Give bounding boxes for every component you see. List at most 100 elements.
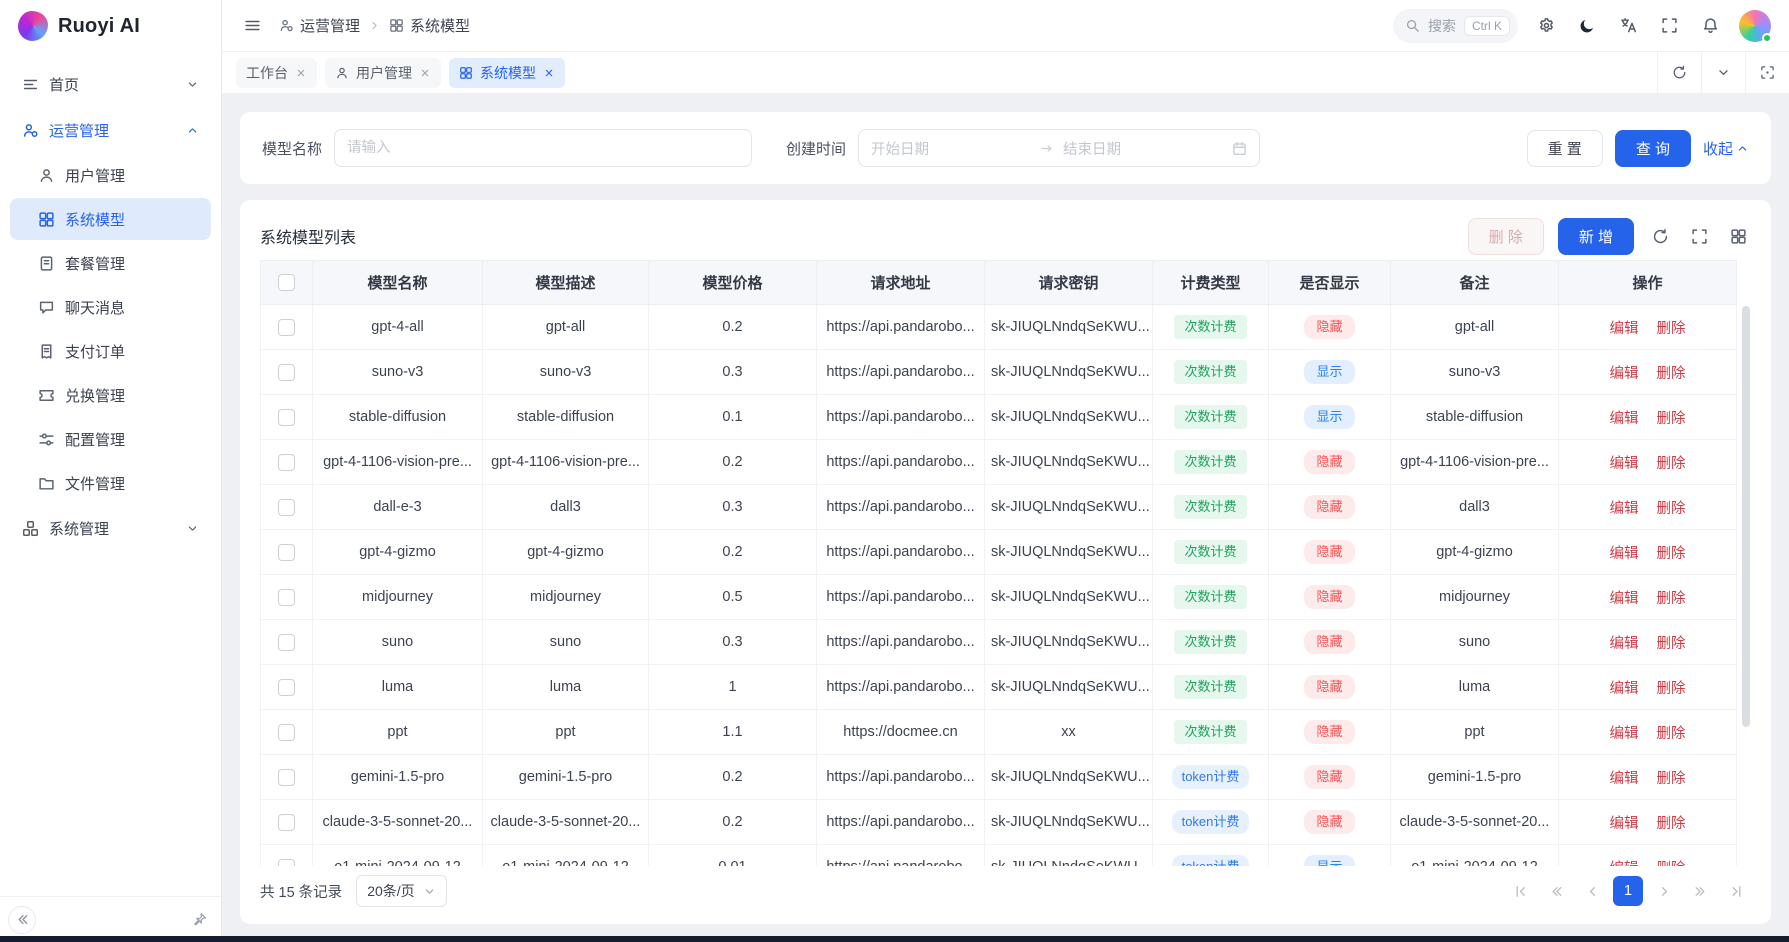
row-checkbox[interactable] bbox=[278, 319, 295, 336]
delete-link[interactable]: 删除 bbox=[1657, 456, 1686, 472]
sidebar-subitem-system-model[interactable]: 系统模型 bbox=[10, 198, 211, 240]
row-checkbox[interactable] bbox=[278, 499, 295, 516]
row-checkbox[interactable] bbox=[278, 454, 295, 471]
column-settings-button[interactable] bbox=[1726, 224, 1751, 249]
delete-link[interactable]: 删除 bbox=[1657, 321, 1686, 337]
breadcrumb-item-operations[interactable]: 运营管理 bbox=[279, 15, 360, 36]
model-icon bbox=[459, 66, 473, 80]
delete-link[interactable]: 删除 bbox=[1657, 501, 1686, 517]
row-checkbox[interactable] bbox=[278, 409, 295, 426]
table-scrollbar[interactable] bbox=[1741, 306, 1751, 860]
pagination-page-1[interactable]: 1 bbox=[1613, 876, 1643, 906]
collapse-filter-link[interactable]: 收起 bbox=[1703, 138, 1749, 159]
delete-link[interactable]: 删除 bbox=[1657, 816, 1686, 832]
global-search[interactable]: 搜索 Ctrl K bbox=[1393, 9, 1518, 43]
table-fullscreen-button[interactable] bbox=[1687, 224, 1712, 249]
tab-user-management[interactable]: 用户管理 bbox=[325, 58, 441, 88]
pagination-first-button[interactable] bbox=[1505, 876, 1535, 906]
delete-link[interactable]: 删除 bbox=[1657, 681, 1686, 697]
date-range-picker[interactable]: 开始日期 结束日期 bbox=[858, 129, 1260, 167]
delete-link[interactable]: 删除 bbox=[1657, 861, 1686, 867]
sidebar-subitem-config-management[interactable]: 配置管理 bbox=[10, 418, 211, 460]
edit-link[interactable]: 编辑 bbox=[1610, 366, 1639, 382]
pin-button[interactable] bbox=[192, 912, 207, 927]
edit-link[interactable]: 编辑 bbox=[1610, 411, 1639, 427]
tab-system-model[interactable]: 系统模型 bbox=[449, 58, 565, 88]
batch-delete-button[interactable]: 删 除 bbox=[1468, 218, 1544, 255]
sidebar-item-system[interactable]: 系统管理 bbox=[10, 506, 211, 550]
row-checkbox[interactable] bbox=[278, 364, 295, 381]
row-checkbox[interactable] bbox=[278, 544, 295, 561]
sidebar-subitem-user-management[interactable]: 用户管理 bbox=[10, 154, 211, 196]
sidebar-item-operations[interactable]: 运营管理 bbox=[10, 108, 211, 152]
select-all-checkbox[interactable] bbox=[278, 274, 295, 291]
delete-link[interactable]: 删除 bbox=[1657, 591, 1686, 607]
sidebar-subitem-redeem-management[interactable]: 兑换管理 bbox=[10, 374, 211, 416]
page-size-select[interactable]: 20条/页 bbox=[356, 875, 446, 907]
query-button[interactable]: 查 询 bbox=[1615, 130, 1691, 167]
settings-button[interactable] bbox=[1534, 13, 1559, 38]
content-fullscreen-button[interactable] bbox=[1745, 52, 1789, 93]
pagination-prev-button[interactable] bbox=[1577, 876, 1607, 906]
row-checkbox[interactable] bbox=[278, 634, 295, 651]
close-icon[interactable] bbox=[419, 67, 431, 79]
user-avatar[interactable] bbox=[1739, 10, 1771, 42]
delete-link[interactable]: 删除 bbox=[1657, 636, 1686, 652]
sidebar-collapse-button[interactable] bbox=[8, 906, 36, 934]
row-checkbox[interactable] bbox=[278, 814, 295, 831]
edit-link[interactable]: 编辑 bbox=[1610, 771, 1639, 787]
pagination-last-button[interactable] bbox=[1721, 876, 1751, 906]
pagination-prev-group-button[interactable] bbox=[1541, 876, 1571, 906]
edit-link[interactable]: 编辑 bbox=[1610, 816, 1639, 832]
delete-link[interactable]: 删除 bbox=[1657, 726, 1686, 742]
table-scrollbar-thumb[interactable] bbox=[1742, 306, 1750, 727]
sidebar-toggle-button[interactable] bbox=[240, 13, 265, 38]
app-logo[interactable]: Ruoyi AI bbox=[0, 0, 221, 52]
refresh-table-button[interactable] bbox=[1648, 224, 1673, 249]
model-name-input[interactable] bbox=[334, 129, 752, 167]
add-button[interactable]: 新 增 bbox=[1558, 218, 1634, 255]
edit-link[interactable]: 编辑 bbox=[1610, 591, 1639, 607]
tab-workbench[interactable]: 工作台 bbox=[236, 58, 317, 88]
refresh-tab-button[interactable] bbox=[1657, 52, 1701, 93]
close-icon[interactable] bbox=[295, 67, 307, 79]
edit-link[interactable]: 编辑 bbox=[1610, 546, 1639, 562]
delete-link[interactable]: 删除 bbox=[1657, 411, 1686, 427]
row-checkbox[interactable] bbox=[278, 679, 295, 696]
fullscreen-button[interactable] bbox=[1657, 13, 1682, 38]
close-icon[interactable] bbox=[543, 67, 555, 79]
cell-model-price: 1 bbox=[649, 665, 817, 710]
row-checkbox[interactable] bbox=[278, 724, 295, 741]
notifications-button[interactable] bbox=[1698, 13, 1723, 38]
language-button[interactable] bbox=[1616, 13, 1641, 38]
row-checkbox[interactable] bbox=[278, 589, 295, 606]
visibility-tag: 隐藏 bbox=[1304, 450, 1354, 474]
row-checkbox[interactable] bbox=[278, 769, 295, 786]
redeem-icon bbox=[38, 387, 55, 404]
order-icon bbox=[38, 343, 55, 360]
row-checkbox[interactable] bbox=[278, 859, 295, 867]
delete-link[interactable]: 删除 bbox=[1657, 771, 1686, 787]
dark-mode-button[interactable] bbox=[1575, 13, 1600, 38]
sidebar-subitem-file-management[interactable]: 文件管理 bbox=[10, 462, 211, 504]
pagination-next-button[interactable] bbox=[1649, 876, 1679, 906]
edit-link[interactable]: 编辑 bbox=[1610, 321, 1639, 337]
edit-link[interactable]: 编辑 bbox=[1610, 456, 1639, 472]
pagination-next-group-button[interactable] bbox=[1685, 876, 1715, 906]
sidebar-item-home[interactable]: 首页 bbox=[10, 62, 211, 106]
delete-link[interactable]: 删除 bbox=[1657, 546, 1686, 562]
cell-billing-type: 次数计费 bbox=[1153, 440, 1269, 485]
sidebar-subitem-package-management[interactable]: 套餐管理 bbox=[10, 242, 211, 284]
edit-link[interactable]: 编辑 bbox=[1610, 861, 1639, 867]
edit-link[interactable]: 编辑 bbox=[1610, 681, 1639, 697]
sidebar-subitem-chat-messages[interactable]: 聊天消息 bbox=[10, 286, 211, 328]
edit-link[interactable]: 编辑 bbox=[1610, 501, 1639, 517]
tab-menu-button[interactable] bbox=[1701, 52, 1745, 93]
edit-link[interactable]: 编辑 bbox=[1610, 726, 1639, 742]
edit-link[interactable]: 编辑 bbox=[1610, 636, 1639, 652]
cell-request-url: https://docmee.cn bbox=[817, 710, 985, 755]
reset-button[interactable]: 重 置 bbox=[1527, 130, 1603, 167]
sidebar-subitem-payment-orders[interactable]: 支付订单 bbox=[10, 330, 211, 372]
breadcrumb-item-system-model[interactable]: 系统模型 bbox=[389, 15, 470, 36]
delete-link[interactable]: 删除 bbox=[1657, 366, 1686, 382]
